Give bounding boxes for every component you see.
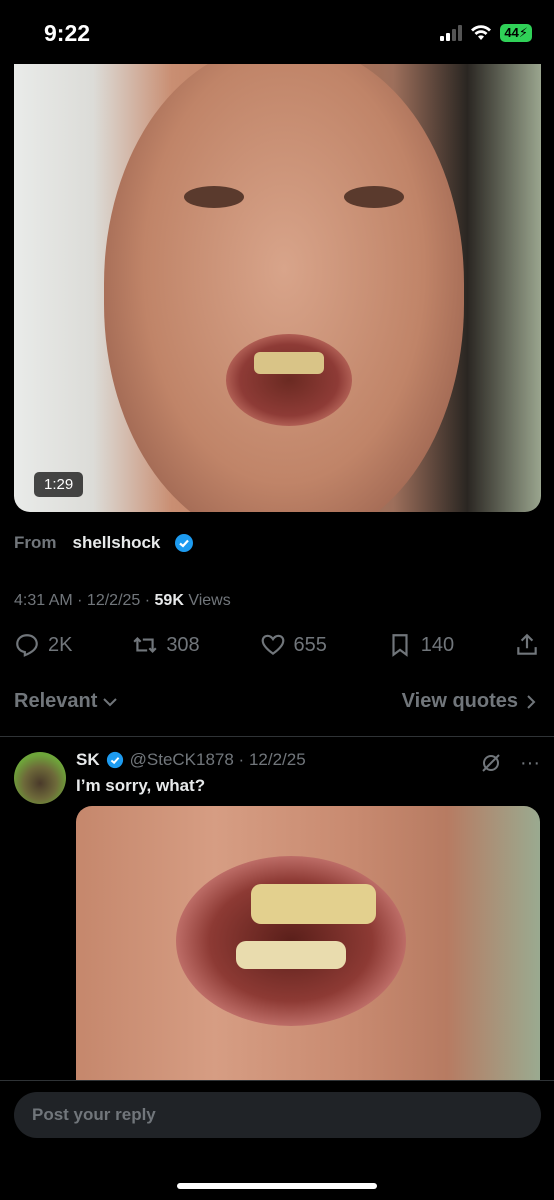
- reply-image-upper-teeth: [251, 884, 376, 924]
- battery-level: 44: [504, 25, 519, 40]
- replies-filter-row: Relevant View quotes: [14, 690, 540, 713]
- reply-button[interactable]: 2K: [14, 632, 72, 658]
- post-video[interactable]: 1:29: [14, 64, 541, 512]
- from-user-link[interactable]: shellshock: [73, 533, 161, 553]
- share-icon: [517, 633, 537, 655]
- video-frame-mouth: [226, 334, 352, 426]
- video-duration: 1:29: [34, 472, 84, 497]
- status-icons: 44⚡: [440, 24, 532, 42]
- reply-image-lower-teeth: [236, 941, 346, 969]
- heart-icon: [261, 634, 284, 655]
- post-timestamp: 4:31 AM · 12/2/25 ·: [14, 592, 155, 609]
- like-count: 655: [293, 633, 327, 656]
- bookmark-button[interactable]: 140: [387, 632, 454, 658]
- reply-author-name[interactable]: SK: [76, 750, 100, 770]
- avatar[interactable]: [14, 752, 66, 804]
- reply-text: I’m sorry, what?: [76, 776, 206, 795]
- reply-input[interactable]: Post your reply: [14, 1092, 541, 1138]
- home-indicator: [177, 1183, 377, 1189]
- view-quotes-label: View quotes: [401, 690, 518, 712]
- reply-header: SK @SteCK1878 · 12/2/25: [76, 750, 306, 770]
- reply-handle-date: @SteCK1878 · 12/2/25: [129, 750, 306, 769]
- reply-count: 2K: [48, 633, 73, 656]
- status-bar: 9:22 44⚡: [0, 0, 554, 64]
- status-time: 9:22: [44, 20, 91, 46]
- post-actions: 2K 308 655 140: [14, 632, 540, 658]
- verified-badge-icon: [106, 751, 123, 769]
- from-label: From: [14, 533, 57, 552]
- repost-icon: [133, 636, 157, 654]
- repost-count: 308: [166, 633, 200, 656]
- wifi-icon: [471, 25, 492, 40]
- chevron-right-icon: [527, 694, 536, 709]
- verified-badge-icon: [175, 534, 194, 552]
- battery-indicator: 44⚡: [500, 24, 532, 42]
- bookmark-count: 140: [420, 633, 455, 656]
- repost-button[interactable]: 308: [132, 632, 200, 658]
- bookmark-icon: [392, 634, 408, 657]
- reply-tools: ···: [480, 752, 540, 775]
- from-attribution: From shellshock: [14, 533, 194, 553]
- video-frame-face: [104, 64, 464, 512]
- views-label: Views: [188, 592, 231, 609]
- more-options-icon[interactable]: ···: [520, 752, 540, 775]
- sort-label: Relevant: [14, 690, 98, 712]
- video-frame-eye-right: [344, 186, 404, 208]
- video-frame-teeth: [254, 352, 324, 374]
- views-count: 59K: [154, 592, 184, 609]
- cellular-signal-icon: [440, 25, 463, 41]
- grok-icon[interactable]: [480, 752, 502, 774]
- view-quotes-link[interactable]: View quotes: [402, 690, 540, 713]
- chevron-down-icon: [103, 697, 118, 706]
- reply-image[interactable]: [76, 806, 540, 1080]
- reply-icon: [16, 634, 38, 657]
- post-meta: 4:31 AM · 12/2/25 · 59K Views: [14, 592, 231, 610]
- sort-dropdown[interactable]: Relevant: [14, 690, 119, 713]
- like-button[interactable]: 655: [260, 632, 327, 658]
- video-frame-eye-left: [184, 186, 244, 208]
- divider: [0, 736, 554, 737]
- share-button[interactable]: [514, 632, 540, 658]
